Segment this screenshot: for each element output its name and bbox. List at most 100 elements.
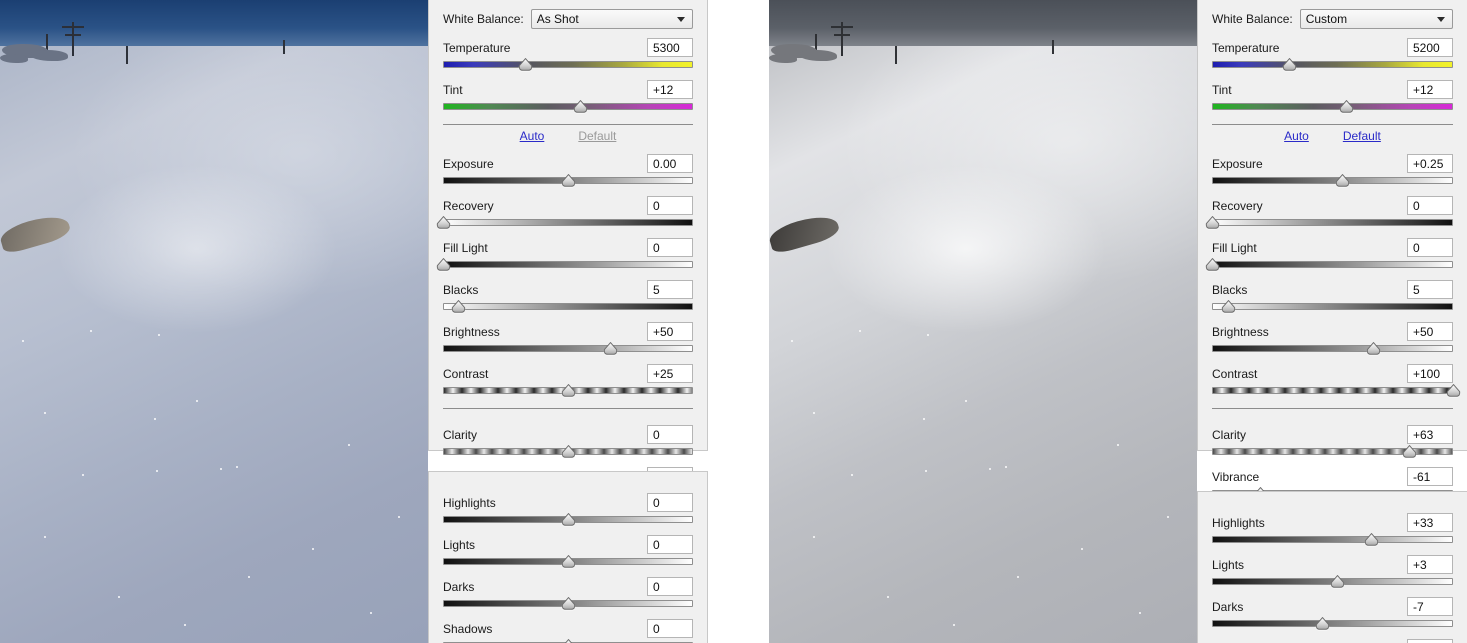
slider-recovery[interactable]: Recovery 0 (436, 196, 693, 229)
slider-exposure[interactable]: Exposure 0.00 (443, 154, 693, 187)
slider-handle[interactable] (1205, 216, 1220, 229)
white-balance-select[interactable]: As Shot (530, 9, 693, 29)
slider-track[interactable] (1212, 303, 1453, 310)
slider-track-wrap[interactable] (436, 258, 693, 271)
slider-contrast[interactable]: Contrast +25 (443, 364, 693, 397)
slider-value-field[interactable]: +50 (1407, 322, 1453, 341)
slider-handle[interactable] (561, 384, 576, 397)
slider-value-field[interactable]: 0 (1407, 238, 1453, 257)
slider-value-field[interactable]: +33 (1407, 513, 1453, 532)
auto-link[interactable]: Auto (520, 129, 545, 143)
slider-contrast[interactable]: Contrast +100 (1212, 364, 1460, 397)
slider-highlights[interactable]: Highlights +33 (1212, 513, 1453, 546)
slider-value-field[interactable]: 0 (647, 577, 693, 596)
slider-track-wrap[interactable] (443, 445, 693, 458)
slider-track-wrap[interactable] (443, 513, 693, 526)
slider-track-wrap[interactable] (443, 639, 693, 643)
slider-value-field[interactable]: 0.00 (647, 154, 693, 173)
slider-handle[interactable] (1366, 342, 1381, 355)
slider-brightness[interactable]: Brightness +50 (443, 322, 693, 355)
slider-handle[interactable] (1364, 533, 1379, 546)
slider-track-wrap[interactable] (1212, 617, 1453, 630)
slider-handle[interactable] (573, 100, 588, 113)
slider-handle[interactable] (561, 445, 576, 458)
slider-fill-light[interactable]: Fill Light 0 (436, 238, 693, 271)
slider-value-field[interactable]: 0 (647, 196, 693, 215)
slider-track[interactable] (443, 103, 693, 110)
slider-shadows[interactable]: Shadows 0 (443, 619, 693, 643)
slider-value-field[interactable]: 5 (647, 280, 693, 299)
slider-value-field[interactable]: 0 (647, 425, 693, 444)
slider-value-field[interactable]: 0 (647, 238, 693, 257)
slider-temperature[interactable]: Temperature 5200 (1212, 38, 1453, 71)
slider-handle[interactable] (1282, 58, 1297, 71)
photo-preview-right[interactable] (769, 0, 1197, 643)
slider-track-wrap[interactable] (1212, 342, 1453, 355)
slider-value-field[interactable]: -7 (1407, 597, 1453, 616)
slider-handle[interactable] (436, 258, 451, 271)
slider-track[interactable] (1212, 103, 1453, 110)
slider-handle[interactable] (1335, 174, 1350, 187)
slider-handle[interactable] (1402, 445, 1417, 458)
slider-handle[interactable] (518, 58, 533, 71)
slider-handle[interactable] (436, 216, 451, 229)
slider-track[interactable] (1212, 536, 1453, 543)
slider-darks[interactable]: Darks 0 (443, 577, 693, 610)
slider-darks[interactable]: Darks -7 (1212, 597, 1453, 630)
slider-track-wrap[interactable] (1212, 445, 1453, 458)
slider-tint[interactable]: Tint +12 (1212, 80, 1453, 113)
slider-handle[interactable] (1446, 384, 1461, 397)
default-link[interactable]: Default (578, 129, 616, 143)
slider-handle[interactable] (1339, 100, 1354, 113)
slider-value-field[interactable]: +3 (1407, 555, 1453, 574)
slider-handle[interactable] (451, 300, 466, 313)
white-balance-select[interactable]: Custom (1299, 9, 1453, 29)
slider-value-field[interactable]: +12 (1407, 80, 1453, 99)
slider-track-wrap[interactable] (443, 384, 693, 397)
slider-track-wrap[interactable] (1212, 100, 1453, 113)
default-link[interactable]: Default (1343, 129, 1381, 143)
slider-track[interactable] (443, 345, 693, 352)
slider-handle[interactable] (1330, 575, 1345, 588)
slider-track-wrap[interactable] (1212, 533, 1453, 546)
chevron-down-icon[interactable] (677, 17, 685, 22)
auto-link[interactable]: Auto (1284, 129, 1309, 143)
slider-value-field[interactable]: 0 (1407, 639, 1453, 643)
slider-value-field[interactable]: +12 (647, 80, 693, 99)
slider-track-wrap[interactable] (1212, 58, 1453, 71)
slider-value-field[interactable]: +50 (647, 322, 693, 341)
chevron-down-icon[interactable] (1437, 17, 1445, 22)
slider-handle[interactable] (561, 513, 576, 526)
slider-handle[interactable] (561, 174, 576, 187)
slider-handle[interactable] (561, 639, 576, 643)
slider-value-field[interactable]: 0 (647, 619, 693, 638)
slider-value-field[interactable]: 0 (647, 493, 693, 512)
slider-track-wrap[interactable] (1212, 384, 1460, 397)
slider-track[interactable] (1212, 387, 1453, 394)
slider-value-field[interactable]: 5200 (1407, 38, 1453, 57)
slider-track[interactable] (443, 61, 693, 68)
slider-track-wrap[interactable] (1212, 174, 1453, 187)
slider-value-field[interactable]: 0 (647, 535, 693, 554)
slider-track-wrap[interactable] (1212, 575, 1453, 588)
slider-track[interactable] (1212, 620, 1453, 627)
slider-track[interactable] (1212, 61, 1453, 68)
slider-handle[interactable] (561, 597, 576, 610)
slider-track[interactable] (1212, 261, 1453, 268)
slider-blacks[interactable]: Blacks 5 (1212, 280, 1453, 313)
slider-value-field[interactable]: +0.25 (1407, 154, 1453, 173)
slider-value-field[interactable]: +100 (1407, 364, 1453, 383)
slider-exposure[interactable]: Exposure +0.25 (1212, 154, 1453, 187)
slider-track[interactable] (1212, 177, 1453, 184)
slider-value-field[interactable]: +63 (1407, 425, 1453, 444)
slider-track-wrap[interactable] (443, 174, 693, 187)
slider-track-wrap[interactable] (443, 597, 693, 610)
slider-track[interactable] (443, 261, 693, 268)
slider-temperature[interactable]: Temperature 5300 (443, 38, 693, 71)
slider-value-field[interactable]: 0 (1407, 196, 1453, 215)
slider-track-wrap[interactable] (443, 100, 693, 113)
slider-recovery[interactable]: Recovery 0 (1205, 196, 1453, 229)
slider-blacks[interactable]: Blacks 5 (443, 280, 693, 313)
slider-track-wrap[interactable] (443, 555, 693, 568)
slider-highlights[interactable]: Highlights 0 (443, 493, 693, 526)
